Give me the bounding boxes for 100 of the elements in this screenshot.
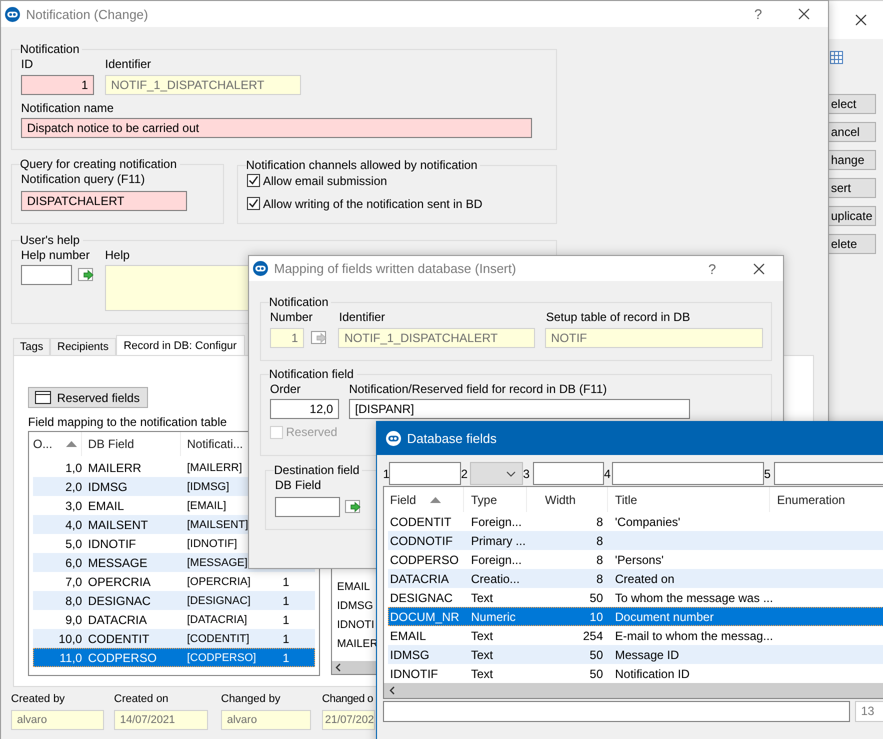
table-cell-text: 50 (588, 666, 604, 680)
table-cell-text: [DATACRIA] (186, 614, 248, 626)
table-cell-text: [MESSAGE] (186, 556, 249, 568)
field-label: Help number (21, 248, 91, 262)
table-cell-text: 1 (282, 594, 290, 608)
table-cell-text: [CODPERSO] (186, 652, 258, 664)
record-count: 13 (855, 701, 883, 722)
table-cell-text: 8,0 (64, 594, 82, 608)
table-cell-text: Created on (614, 572, 676, 586)
field-label: Changed by (221, 692, 282, 706)
table-cell-text: MAILSENT (87, 518, 150, 532)
table-cell-text: DOCUM_NR (389, 610, 460, 624)
table-cell-text: [MAILSENT] (186, 518, 250, 530)
field-label: Notification/Reserved field for record in DB (F11) (349, 382, 607, 396)
table-cell-text: [MAILERR] (186, 462, 244, 474)
window-title: Mapping of fields written database (Insert) (274, 261, 518, 276)
table-cell-text: IDNOTIF (389, 666, 439, 680)
filter-label: 1 (383, 466, 388, 480)
table-cell-text: Foreign... (470, 552, 523, 566)
table-cell-text: 6,0 (64, 556, 82, 570)
table-cell-text: Document number (614, 610, 715, 624)
table-cell-text: 1 (282, 650, 290, 664)
table-cell-text: 1 (282, 612, 290, 626)
table-cell-text: 254 (582, 628, 604, 642)
window-title: Database fields (407, 431, 498, 446)
table-cell-text: 4,0 (64, 518, 82, 532)
field-label: Setup table of record in DB (546, 310, 690, 324)
checkbox-label: Allow email submission (263, 174, 388, 188)
table-cell-text: EMAIL (87, 498, 126, 512)
table-cell-text: CODPERSO (389, 552, 460, 566)
filter-label: 5 (764, 466, 769, 480)
table-cell-text: IDMSG (389, 648, 430, 662)
field-label: Order (270, 382, 302, 396)
field-label: Notification name (21, 101, 114, 115)
table-cell-text: 11,0 (58, 650, 82, 664)
field-label: Changed o (322, 692, 374, 706)
group-title: User's help (20, 233, 83, 248)
table-cell-text: Notification ID (614, 666, 691, 680)
filter-label: 2 (461, 466, 466, 480)
table-cell-text: Text (470, 590, 494, 604)
table-cell-text: 7,0 (64, 574, 82, 588)
table-cell-text: 50 (588, 590, 604, 604)
field-label: ID (21, 57, 34, 71)
table-cell-text: [EMAIL] (186, 500, 228, 512)
table-cell-text: 10 (588, 610, 604, 624)
field-label: Created on (114, 692, 170, 706)
table-cell-text: Creatio... (470, 572, 521, 586)
table-cell-text: 'Persons' (614, 552, 665, 566)
table-cell-text: 9,0 (64, 612, 82, 626)
table-cell-text: OPERCRIA (87, 574, 152, 588)
table-cell-text: DATACRIA (389, 572, 450, 586)
field-label: Created by (11, 692, 66, 706)
table-cell-text: 3,0 (64, 498, 82, 512)
checkbox-label: Allow writing of the notification sent in BD (263, 196, 482, 210)
table-cell-text: MESSAGE (87, 556, 148, 570)
table-cell-text: Numeric (470, 610, 517, 624)
table-cell-text: DESIGNAC (87, 594, 152, 608)
table-cell-text: Message ID (614, 648, 680, 662)
table-cell-text: Foreign... (470, 514, 523, 528)
table-cell-text: 50 (588, 648, 604, 662)
table-cell-text: 'Companies' (614, 514, 682, 528)
table-cell-text: EMAIL (389, 628, 428, 642)
table-cell-text: 8 (595, 552, 604, 566)
table-cell-text: CODNOTIF (389, 534, 454, 548)
table-cell-text: [OPERCRIA] (186, 576, 252, 588)
table-cell-text: Text (470, 628, 494, 642)
field-label: Notification query (F11) (21, 172, 146, 186)
table-cell-text: [IDMSG] (186, 480, 230, 492)
table-cell-text: CODENTIT (389, 514, 452, 528)
table-cell-text: 1,0 (64, 460, 82, 474)
table-cell-text: 8 (595, 514, 604, 528)
table-cell-text: 1 (282, 574, 290, 588)
table-cell-text: MAILERR (87, 460, 142, 474)
table-cell-text: IDMSG (87, 480, 128, 494)
table-cell-text: 5,0 (64, 536, 82, 550)
table-cell-text: DESIGNAC (389, 590, 454, 604)
table-cell-text: Text (470, 666, 494, 680)
table-cell-text: CODENTIT (87, 632, 150, 646)
field-label: Identifier (339, 310, 386, 324)
table-cell-text: CODPERSO (87, 650, 158, 664)
table-cell-text: 2,0 (64, 480, 82, 494)
filter-label: 4 (604, 466, 609, 480)
table-cell-text: 10,0 (58, 632, 82, 646)
field-label: Number (270, 310, 314, 324)
checkbox-label: Reserved (286, 425, 338, 439)
field-label: Identifier (105, 57, 152, 71)
window-title: Notification (Change) (26, 6, 150, 22)
table-cell-text: [IDNOTIF] (186, 538, 238, 550)
table-cell-text: [DESIGNAC] (186, 594, 252, 606)
table-cell-text: IDNOTIF (87, 536, 137, 550)
table-cell-text: E-mail to whom the messag... (614, 628, 770, 642)
table-caption: Field mapping to the notification table (28, 415, 228, 429)
table-cell-text: 1 (282, 632, 290, 646)
table-cell-text: [CODENTIT] (186, 632, 250, 644)
filter-label: 3 (523, 466, 528, 480)
table-cell-text: 8 (595, 534, 604, 548)
table-cell-text: To whom the message was ... (614, 590, 770, 604)
table-cell-text: Text (470, 648, 494, 662)
field-label: Help (105, 248, 130, 262)
table-cell-text: Primary ... (470, 534, 527, 548)
